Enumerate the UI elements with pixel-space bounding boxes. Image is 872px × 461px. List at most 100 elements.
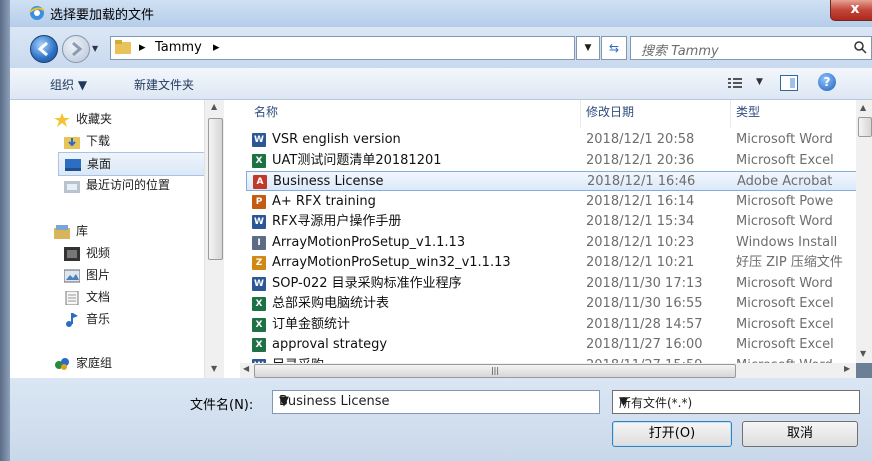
file-list-vertical-scrollbar[interactable]: ▲ ▼ [856,100,872,363]
filename-dropdown-icon[interactable]: ▼ [279,394,595,409]
nav-desktop-label: 桌面 [87,157,112,171]
file-row[interactable]: W RFX寻源用户操作手册 2018/12/1 15:34 Microsoft Wor… [246,212,856,232]
file-name: A+ RFX training [272,193,376,209]
back-button[interactable] [30,35,58,63]
filetype-dropdown-icon[interactable]: ▼ [619,394,855,408]
nav-desktop[interactable]: 桌面 [58,152,206,176]
pdf-file-icon: A [253,175,267,189]
scroll-down-arrow[interactable]: ▼ [211,364,217,373]
organize-button[interactable]: 组织 ▼ [50,76,87,93]
scroll-thumb[interactable]: ||| [254,364,736,378]
refresh-button[interactable]: ⇆ [601,36,627,60]
close-button[interactable]: x [830,0,872,21]
column-header-type[interactable]: 类型 [736,100,760,128]
address-bar[interactable]: ▸ Tammy ▸ [110,36,575,60]
nav-pictures[interactable]: 图片 [64,264,110,286]
column-header-date[interactable]: 修改日期 [586,100,634,128]
download-folder-icon [64,136,80,149]
nav-favorites[interactable]: 收藏夹 [54,108,112,130]
cancel-button[interactable]: 取消 [742,421,858,447]
file-row[interactable]: W SOP-022 目录采购标准作业程序 2018/11/30 17:13 Micro… [246,274,856,294]
nav-homegroup-label: 家庭组 [76,356,113,370]
breadcrumb-separator[interactable]: ▸ [139,40,146,55]
excel-file-icon: X [252,297,266,311]
file-row[interactable]: X 订单金额统计 2018/11/28 14:57 Microsoft Excel [246,315,856,335]
file-name: 目录采购 [272,356,602,364]
nav-homegroup[interactable]: 家庭组 [54,352,112,374]
file-date: 2018/11/27 15:59 [586,356,726,364]
file-row[interactable]: X 总部采购电脑统计表 2018/11/30 16:55 Microsoft Exce… [246,294,856,314]
file-type: Microsoft Word [736,214,833,229]
file-row[interactable]: P A+ RFX training 2018/12/1 16:14 Microsoft… [246,192,856,212]
open-button[interactable]: 打开(O) [612,421,732,447]
nav-downloads-label: 下载 [86,134,111,148]
scroll-left-arrow[interactable]: ◀ [243,364,249,373]
file-type: Microsoft Excel [736,296,834,311]
filetype-select[interactable]: 所有文件(*.*) ▼ [612,390,860,414]
scroll-up-arrow[interactable]: ▲ [211,102,217,111]
window-title: 选择要加载的文件 [50,8,155,23]
breadcrumb-separator[interactable]: ▸ [213,40,220,55]
forward-button[interactable] [62,35,90,63]
word-file-icon: W [252,276,266,291]
view-options-icon[interactable] [728,77,742,89]
file-name: ArrayMotionProSetup_v1.1.13 [272,234,466,250]
file-row[interactable]: I ArrayMotionProSetup_v1.1.13 2018/12/1 10… [246,233,856,253]
star-icon [54,112,70,127]
file-type: Microsoft Word [736,132,833,147]
nav-libraries[interactable]: 库 [54,220,88,242]
nav-downloads[interactable]: 下载 [64,130,110,152]
file-date: 2018/12/1 20:58 [586,132,695,147]
file-date: 2018/12/1 20:36 [586,152,695,168]
file-type: Microsoft Excel [736,152,834,168]
scroll-up-arrow[interactable]: ▲ [860,103,866,112]
view-dropdown[interactable]: ▼ [756,77,763,87]
music-icon [66,312,78,327]
filename-input[interactable]: Business License ▼ [272,390,600,414]
nav-recent[interactable]: 最近访问的位置 [64,174,170,196]
scroll-down-arrow[interactable]: ▼ [860,349,866,358]
column-divider[interactable] [730,100,731,128]
file-row[interactable]: Xapproval strategy 2018/11/27 16:00 Micros… [246,335,856,355]
forward-arrow-icon [72,41,83,57]
word-file-icon: W [252,215,266,229]
file-row[interactable]: A Business License 2018/12/1 16:46 Adobe Ac… [246,171,856,191]
file-type: Microsoft Powe [736,193,834,209]
refresh-icon: ⇆ [608,41,620,55]
file-type: Microsoft Word [736,275,833,291]
breadcrumb-tammy[interactable]: Tammy [155,40,202,55]
document-icon [65,290,79,305]
nav-music[interactable]: 音乐 [64,308,110,330]
installer-file-icon: I [252,235,266,250]
nav-documents-label: 文档 [86,290,111,304]
file-name: VSR english version [272,132,401,147]
recent-pages-dropdown[interactable]: ▼ [92,44,98,53]
file-row[interactable]: W目录采购2018/11/27 15:59Microsoft Word [246,356,856,364]
help-button[interactable]: ? [818,73,836,91]
column-divider[interactable] [580,100,581,128]
search-input[interactable]: 搜索 Tammy [630,36,872,60]
file-name: 订单金额统计 [272,316,351,332]
filename-label: 文件名(N): [190,398,254,413]
file-date: 2018/11/28 14:57 [586,316,703,332]
preview-pane-button[interactable] [780,75,798,91]
column-header-name[interactable]: 名称 [254,100,278,128]
nav-libraries-label: 库 [76,224,89,238]
address-dropdown[interactable]: ▼ [576,36,600,60]
pane-splitter[interactable] [224,100,240,378]
new-folder-button[interactable]: 新建文件夹 [134,76,194,93]
file-name: 总部采购电脑统计表 [272,296,390,311]
search-icon [854,41,867,54]
scroll-thumb[interactable] [858,117,872,137]
file-row[interactable]: X UAT测试问题清单20181201 2018/12/1 20:36 Microso… [246,151,856,171]
navigation-scrollbar[interactable]: ▲ ▼ [204,100,225,378]
scroll-right-arrow[interactable]: ▶ [844,364,850,373]
file-row[interactable]: Z ArrayMotionProSetup_win32_v1.1.13 2018/1… [246,253,856,273]
scroll-thumb[interactable] [208,118,223,260]
file-row[interactable]: W VSR english version 2018/12/1 20:58 Micro… [246,130,856,150]
nav-documents[interactable]: 文档 [64,286,110,308]
file-date: 2018/12/1 15:34 [586,214,695,229]
library-icon [54,224,70,239]
file-list-horizontal-scrollbar[interactable]: ◀ ||| ▶ [240,363,856,378]
nav-videos[interactable]: 视频 [64,242,110,264]
